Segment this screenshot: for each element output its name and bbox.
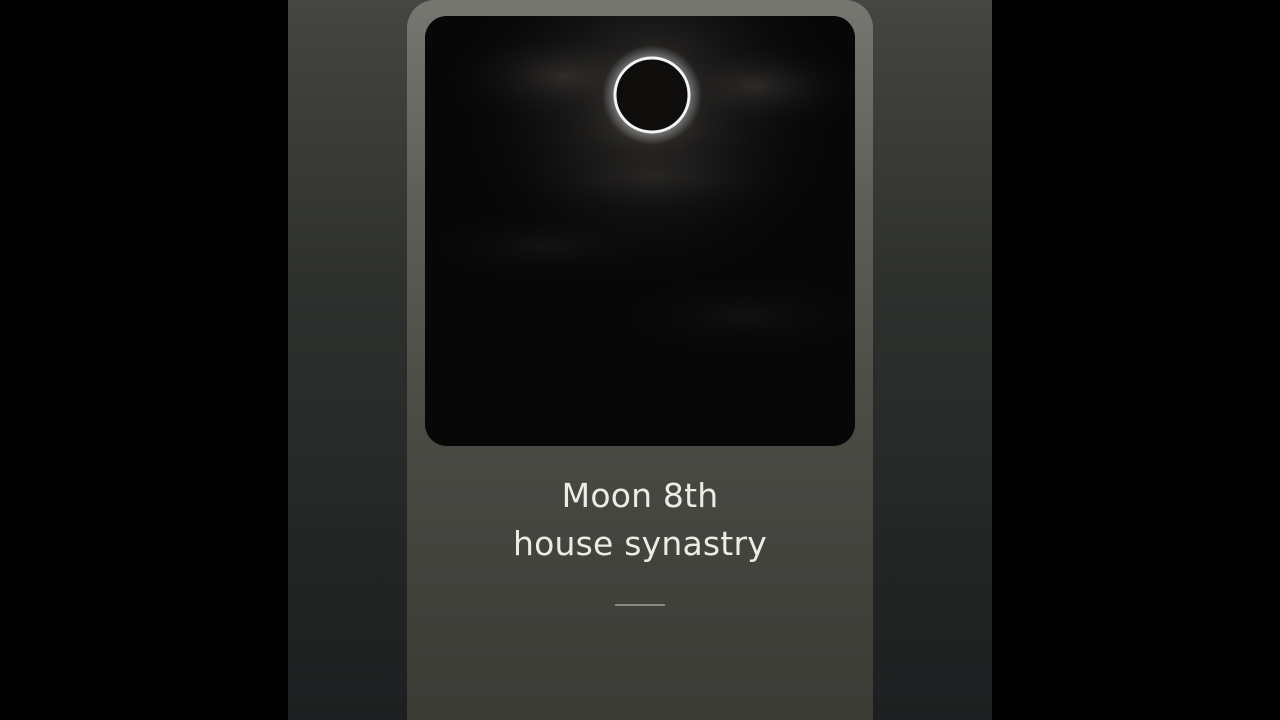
eclipse-image xyxy=(425,16,855,446)
card-title: Moon 8th house synastry xyxy=(407,472,873,568)
divider-line xyxy=(615,604,665,606)
eclipse-photo xyxy=(425,16,855,446)
content-card: Moon 8th house synastry xyxy=(407,0,873,720)
title-line-2: house synastry xyxy=(513,524,767,563)
background-panel: Moon 8th house synastry xyxy=(288,0,992,720)
title-line-1: Moon 8th xyxy=(561,476,719,515)
